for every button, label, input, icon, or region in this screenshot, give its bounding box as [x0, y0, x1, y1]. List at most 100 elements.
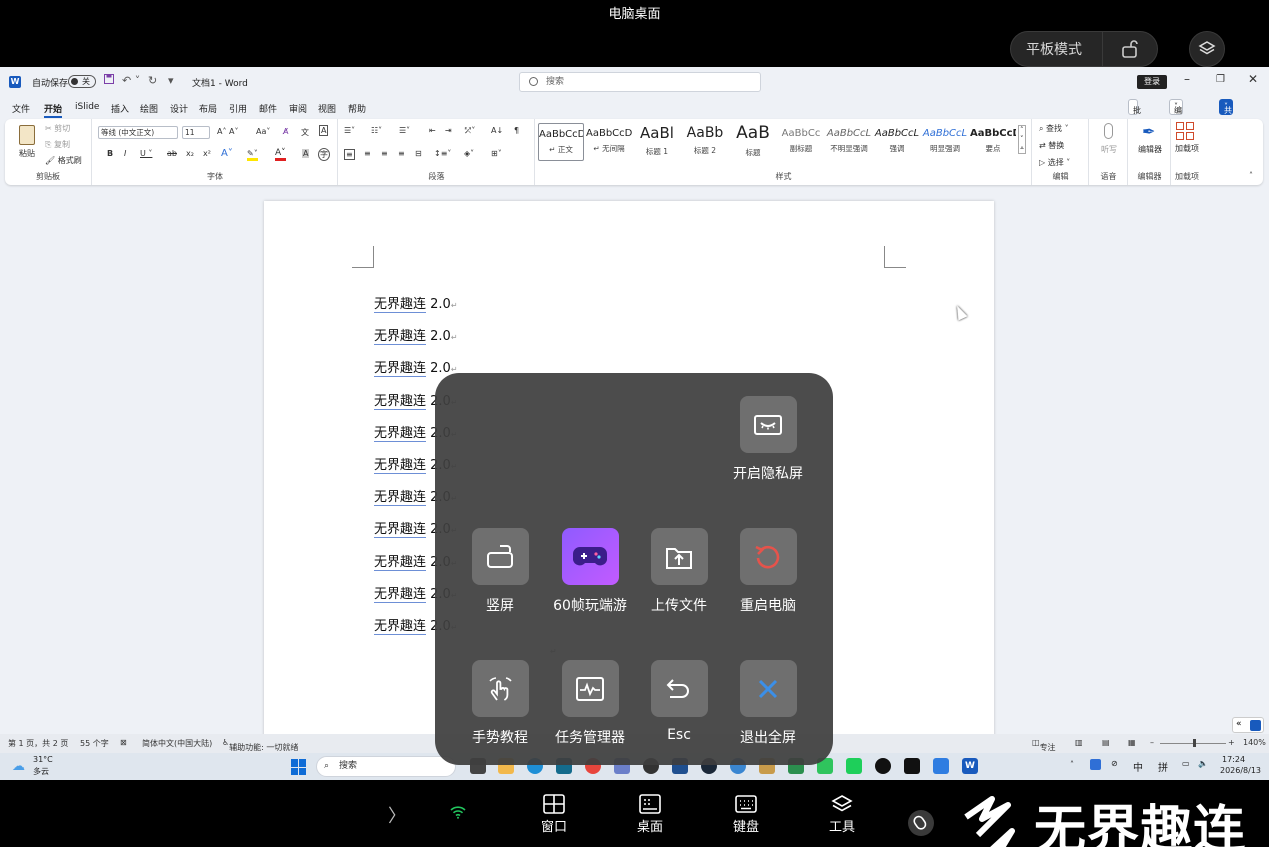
- print-layout-icon[interactable]: ▤: [1102, 738, 1110, 747]
- word-search-input[interactable]: 搜索: [519, 72, 761, 92]
- tray-app-icon[interactable]: [1090, 759, 1101, 770]
- align-left-icon[interactable]: ≡: [344, 149, 355, 160]
- clock-date[interactable]: 2026/8/13: [1220, 766, 1261, 775]
- decrease-indent-icon[interactable]: ⇤: [429, 126, 436, 135]
- style-intense-emphasis[interactable]: AaBbCcL 明显强调: [922, 123, 968, 161]
- focus-mode-button[interactable]: ◫ 专注: [1032, 738, 1056, 752]
- mouse-mode-icon[interactable]: [908, 810, 934, 836]
- unlock-icon[interactable]: [1103, 39, 1157, 59]
- app-icon[interactable]: [846, 758, 862, 774]
- tray-app-icon[interactable]: ⊘: [1111, 759, 1118, 768]
- cut-button[interactable]: ✂ 剪切: [45, 123, 70, 134]
- layers-icon[interactable]: [1189, 31, 1225, 67]
- bullets-icon[interactable]: ☰˅: [344, 126, 355, 135]
- word-count[interactable]: 55 个字: [80, 738, 109, 749]
- weather-desc[interactable]: 多云: [33, 766, 49, 777]
- read-mode-icon[interactable]: ▥: [1075, 738, 1083, 747]
- language-status[interactable]: 简体中文(中国大陆): [142, 738, 212, 749]
- tablet-mode-toggle[interactable]: 平板模式: [1010, 31, 1158, 67]
- find-button[interactable]: ⌕ 查找 ˅: [1039, 123, 1069, 134]
- tab-help[interactable]: 帮助: [348, 102, 366, 115]
- app-icon[interactable]: [933, 758, 949, 774]
- floating-assistant[interactable]: «: [1232, 717, 1264, 733]
- tab-insert[interactable]: 插入: [111, 102, 129, 115]
- collapse-icon[interactable]: «: [1236, 719, 1242, 729]
- tab-layout[interactable]: 布局: [199, 102, 217, 115]
- tab-review[interactable]: 审阅: [289, 102, 307, 115]
- redo-icon[interactable]: ↻: [148, 74, 157, 87]
- distributed-icon[interactable]: ⊟: [415, 149, 422, 158]
- tab-file[interactable]: 文件: [12, 102, 30, 115]
- char-border-icon[interactable]: A: [319, 125, 329, 136]
- ime-mode[interactable]: 中: [1133, 759, 1143, 774]
- style-strong[interactable]: AaBbCcD 要点: [970, 123, 1016, 161]
- desktop-button[interactable]: 桌面: [620, 794, 680, 835]
- shading-icon[interactable]: ◈˅: [464, 149, 474, 158]
- collapse-ribbon-icon[interactable]: ˄: [1249, 171, 1253, 180]
- format-painter-button[interactable]: 🖌 格式刷: [45, 155, 82, 166]
- editor-icon[interactable]: ✒: [1142, 122, 1160, 142]
- login-button[interactable]: 登录: [1137, 75, 1167, 89]
- undo-icon[interactable]: ↶ ˅: [122, 74, 140, 87]
- clock-time[interactable]: 17:24: [1222, 755, 1245, 764]
- taskbar-search-input[interactable]: ⌕ 搜索: [316, 756, 456, 777]
- microphone-icon[interactable]: [1104, 123, 1113, 139]
- phonetic-guide-icon[interactable]: 文: [301, 127, 309, 138]
- clear-format-icon[interactable]: A̸: [283, 127, 288, 136]
- proofing-icon[interactable]: ⊠: [120, 738, 127, 747]
- tab-view[interactable]: 视图: [318, 102, 336, 115]
- styles-more-icon[interactable]: ˄ ˅ ⩡: [1018, 125, 1026, 154]
- web-layout-icon[interactable]: ▦: [1128, 738, 1136, 747]
- superscript-icon[interactable]: x²: [203, 149, 211, 158]
- style-subtle-emphasis[interactable]: AaBbCcL 不明显强调: [826, 123, 872, 161]
- style-emphasis[interactable]: AaBbCcL 强调: [874, 123, 920, 161]
- assistant-icon[interactable]: [1250, 720, 1261, 731]
- justify-icon[interactable]: ≡: [398, 149, 405, 158]
- tray-chevron-icon[interactable]: ˄: [1070, 760, 1074, 769]
- document-line[interactable]: 无界趣连 2.0↵: [374, 357, 458, 378]
- expand-chevron-icon[interactable]: 〉: [388, 802, 406, 828]
- paste-label[interactable]: 粘贴: [19, 148, 35, 159]
- style-heading-2[interactable]: AaBb 标题 2: [682, 123, 728, 161]
- volume-icon[interactable]: 🔈: [1198, 759, 1208, 768]
- enclose-char-icon[interactable]: 字: [318, 148, 330, 161]
- minimize-icon[interactable]: –: [1184, 72, 1190, 86]
- grow-font-icon[interactable]: A˄ A˅: [217, 127, 239, 136]
- keyboard-button[interactable]: 键盘: [716, 794, 776, 835]
- style-no-spacing[interactable]: AaBbCcD ↵ 无间隔: [586, 123, 632, 161]
- comments-button[interactable]: 批注: [1128, 99, 1141, 129]
- zoom-slider-thumb[interactable]: [1193, 739, 1196, 747]
- autosave-toggle[interactable]: 关: [68, 75, 96, 88]
- restart-pc-button[interactable]: 重启电脑: [708, 528, 828, 615]
- style-normal[interactable]: AaBbCcD ↵ 正文: [538, 123, 584, 161]
- multilevel-list-icon[interactable]: ☰˅: [399, 126, 410, 135]
- font-color-icon[interactable]: A˅: [275, 148, 286, 161]
- underline-icon[interactable]: U ˅: [140, 149, 152, 158]
- capcut-icon[interactable]: [904, 758, 920, 774]
- char-shading-icon[interactable]: A: [302, 149, 310, 158]
- show-marks-icon[interactable]: ¶: [514, 126, 519, 135]
- tools-button[interactable]: 工具: [812, 794, 872, 835]
- tab-design[interactable]: 设计: [170, 102, 188, 115]
- tab-home[interactable]: 开始: [44, 102, 63, 118]
- weather-icon[interactable]: ☁: [12, 759, 25, 774]
- zoom-level[interactable]: 140%: [1243, 738, 1266, 747]
- zoom-out-icon[interactable]: –: [1150, 738, 1154, 747]
- highlight-icon[interactable]: ✎˅: [247, 149, 258, 161]
- accessibility-status[interactable]: ♿ 辅助功能: 一切就绪: [222, 738, 298, 752]
- weather-temp[interactable]: 31°C: [33, 755, 53, 764]
- copy-button[interactable]: ⎘ 复制: [45, 139, 70, 150]
- editing-mode-button[interactable]: 编辑 ˅: [1169, 99, 1183, 129]
- paste-icon[interactable]: [19, 125, 35, 145]
- addins-label[interactable]: 加载项: [1175, 144, 1199, 153]
- app-icon[interactable]: [875, 758, 891, 774]
- italic-icon[interactable]: I: [124, 149, 126, 158]
- numbering-icon[interactable]: ☷˅: [371, 126, 382, 135]
- exit-fullscreen-button[interactable]: 退出全屏: [708, 660, 828, 747]
- tab-draw[interactable]: 绘图: [140, 102, 158, 115]
- line-spacing-icon[interactable]: ↕≡˅: [434, 149, 451, 158]
- sort-icon[interactable]: A↓: [491, 126, 503, 135]
- restore-icon[interactable]: ❐: [1216, 74, 1225, 85]
- page-count[interactable]: 第 1 页，共 2 页: [8, 738, 68, 749]
- align-right-icon[interactable]: ≡: [381, 149, 388, 158]
